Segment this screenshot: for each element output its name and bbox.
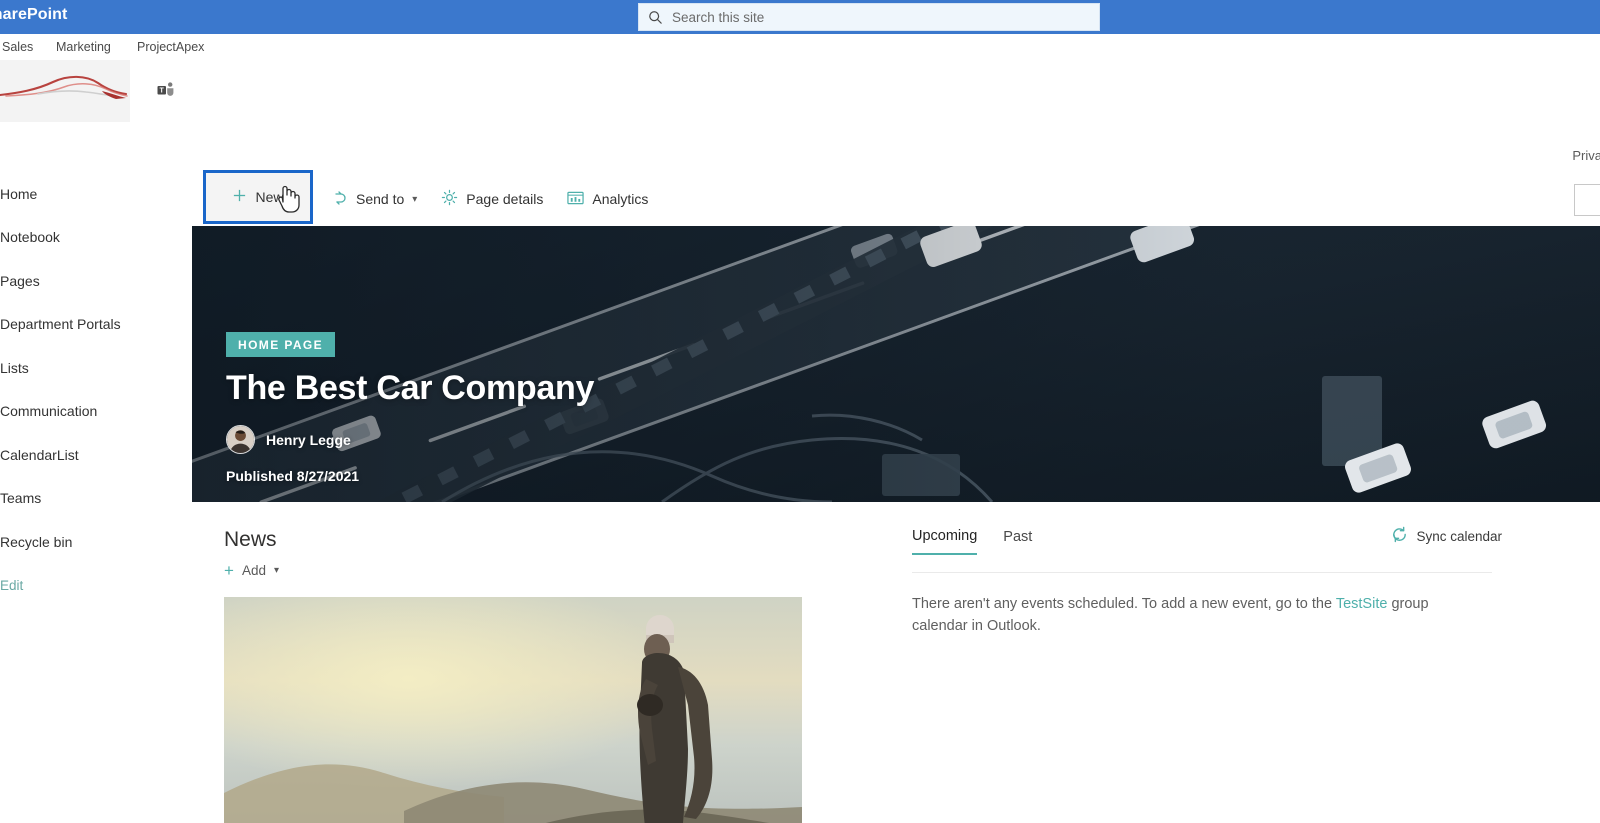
suite-bar: SharePoint	[0, 0, 1600, 34]
search-box[interactable]	[638, 3, 1100, 31]
teams-icon[interactable]: T	[155, 79, 177, 101]
page-title: The Best Car Company	[226, 369, 595, 408]
svg-text:T: T	[160, 88, 165, 95]
sidebar-item-department-portals[interactable]: Department Portals	[0, 303, 192, 347]
news-add-label: Add	[241, 563, 266, 578]
author-name[interactable]: Henry Legge	[266, 432, 351, 448]
hero-badge: HOME PAGE	[226, 332, 336, 358]
sidebar-item-pages[interactable]: Pages	[0, 259, 192, 303]
plus-icon: +	[224, 561, 234, 580]
send-to-button[interactable]: Send to ▾	[320, 179, 429, 219]
page-details-label: Page details	[466, 191, 544, 207]
news-heading: News	[224, 528, 277, 551]
search-icon	[638, 10, 672, 25]
sync-icon	[1391, 526, 1408, 546]
events-webpart: Upcoming Past Sync calendar There aren't…	[802, 502, 1502, 823]
site-logo-car[interactable]	[0, 60, 130, 122]
edit-page-button-partial[interactable]	[1574, 184, 1600, 216]
sharepoint-page: SharePoint Sales Marketing ProjectApex	[0, 0, 1600, 823]
gear-icon	[441, 189, 458, 209]
events-empty-message: There aren't any events scheduled. To ad…	[912, 594, 1487, 638]
events-tabs: Upcoming Past Sync calendar	[912, 526, 1502, 555]
site-header: T	[0, 60, 1600, 140]
published-date: Published 8/27/2021	[226, 468, 360, 484]
chevron-down-icon: ▾	[412, 193, 418, 205]
testsite-group-link[interactable]: TestSite	[1336, 596, 1388, 612]
send-to-icon	[332, 190, 348, 209]
left-navigation: Home Notebook Pages Department Portals L…	[0, 172, 193, 823]
analytics-icon	[567, 190, 585, 209]
page-details-button[interactable]: Page details	[429, 179, 555, 219]
search-input[interactable]	[672, 9, 1072, 25]
sync-calendar-label: Sync calendar	[1416, 528, 1502, 544]
sidebar-item-home[interactable]: Home	[0, 172, 192, 216]
tab-upcoming[interactable]: Upcoming	[912, 528, 978, 555]
news-add-button[interactable]: + Add ▾	[224, 562, 802, 579]
sidebar-item-communication[interactable]: Communication	[0, 390, 192, 434]
send-to-label: Send to	[356, 191, 405, 207]
command-bar: New Send to ▾ Page details Analytics	[192, 170, 1600, 227]
analytics-button[interactable]: Analytics	[555, 179, 660, 219]
sync-calendar-button[interactable]: Sync calendar	[1391, 526, 1502, 546]
analytics-label: Analytics	[592, 191, 649, 207]
new-button[interactable]: New	[203, 170, 313, 224]
plus-icon	[232, 188, 247, 206]
page-canvas: HOME PAGE The Best Car Company Henry Leg…	[192, 226, 1600, 823]
events-empty-text-before: There aren't any events scheduled. To ad…	[912, 596, 1336, 612]
sharepoint-logo[interactable]: SharePoint	[0, 6, 67, 24]
privacy-label: Private gr	[1572, 148, 1600, 163]
sidebar-item-calendarlist[interactable]: CalendarList	[0, 433, 192, 477]
hero-content: HOME PAGE The Best Car Company Henry Leg…	[226, 332, 594, 484]
sidebar-edit-link[interactable]: Edit	[0, 564, 192, 608]
sidebar-item-notebook[interactable]: Notebook	[0, 216, 192, 260]
hero-banner[interactable]: HOME PAGE The Best Car Company Henry Leg…	[192, 226, 1600, 502]
hero-author: Henry Legge	[226, 425, 594, 454]
sidebar-item-lists[interactable]: Lists	[0, 346, 192, 390]
webpart-row: News + Add ▾ Upcoming Past Sync calendar…	[192, 502, 1600, 823]
site-info-bar: Private gr	[0, 140, 1600, 173]
avatar[interactable]	[226, 425, 255, 454]
news-item-thumbnail[interactable]	[224, 597, 802, 823]
news-webpart: News + Add ▾	[192, 502, 802, 823]
sidebar-item-teams[interactable]: Teams	[0, 477, 192, 521]
new-button-label: New	[255, 189, 284, 205]
news-thumbnail-image	[224, 597, 802, 823]
events-divider	[912, 572, 1492, 573]
hub-navigation: Sales Marketing ProjectApex	[0, 34, 1600, 60]
chevron-down-icon: ▾	[273, 565, 279, 576]
tab-past[interactable]: Past	[1003, 529, 1032, 554]
hub-nav-item-projectapex[interactable]: ProjectApex	[137, 40, 204, 54]
sidebar-item-recycle-bin[interactable]: Recycle bin	[0, 520, 192, 564]
hub-nav-item-marketing[interactable]: Marketing	[56, 40, 111, 54]
hub-nav-item-sales[interactable]: Sales	[2, 40, 33, 54]
